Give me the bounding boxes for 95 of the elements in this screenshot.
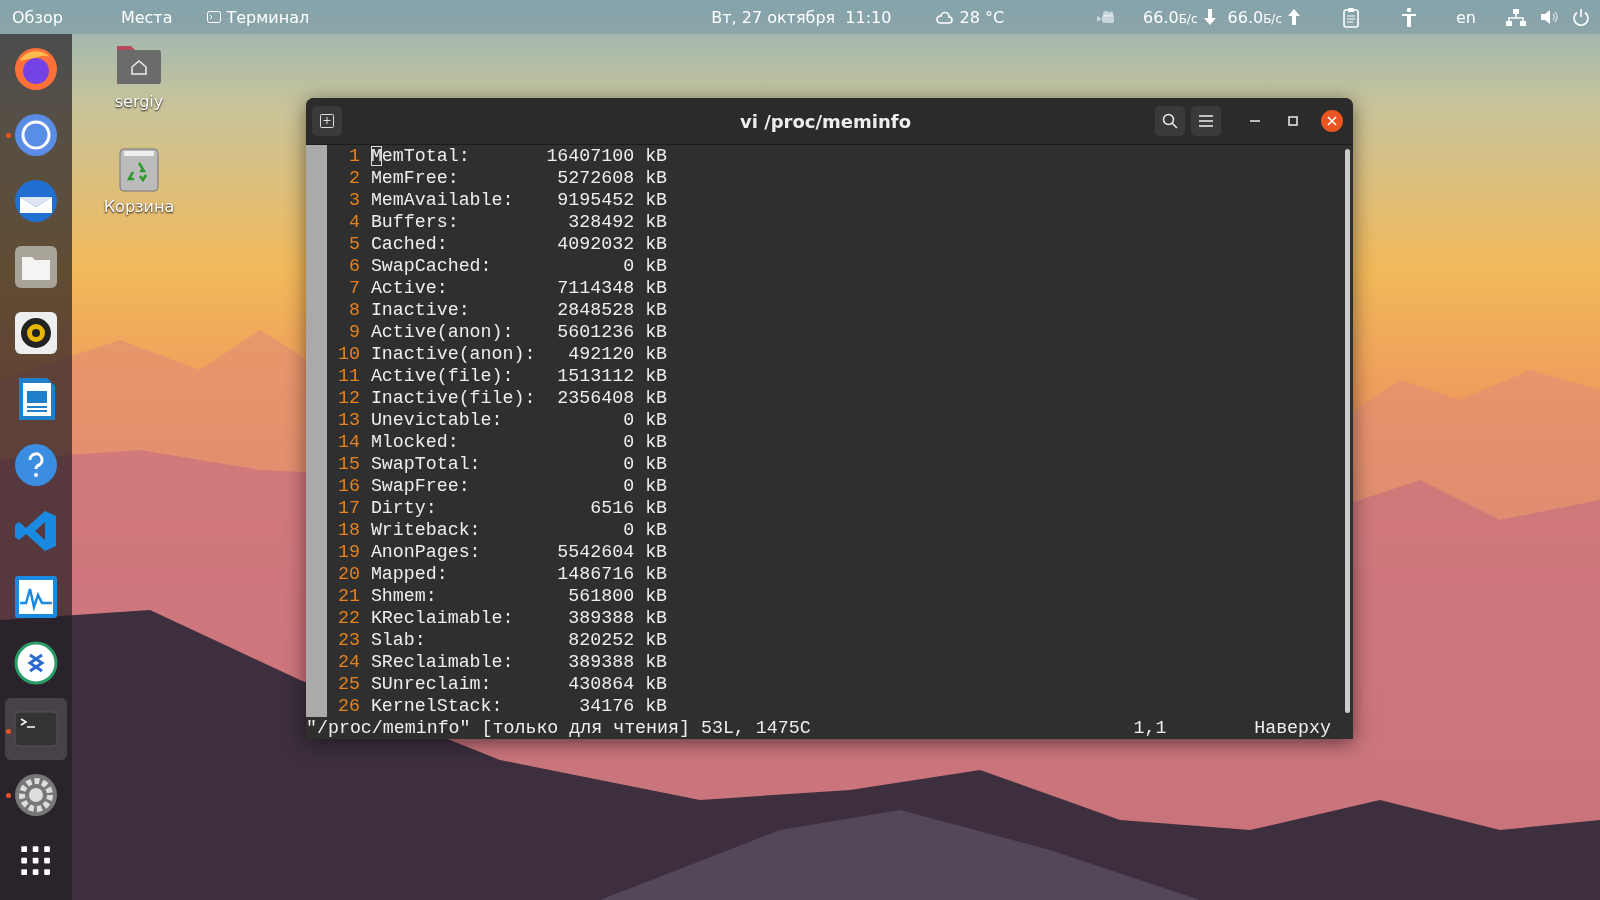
code-line: SReclaimable: 389388 kB <box>370 652 668 672</box>
line-number: 4 <box>347 211 360 233</box>
keyboard-layout[interactable]: en <box>1456 7 1476 27</box>
web-browser-icon[interactable] <box>14 113 58 157</box>
line-number: 16 <box>336 475 360 497</box>
code-line: Active(anon): 5601236 kB <box>370 322 668 342</box>
window-title: vi /proc/meminfo <box>739 110 912 132</box>
line-number: 24 <box>336 651 360 673</box>
download-speed: 66.0Б/с <box>1143 7 1198 27</box>
line-number: 6 <box>347 255 360 277</box>
line-number: 2 <box>347 167 360 189</box>
folder-icon[interactable] <box>14 245 58 289</box>
close-icon <box>1321 110 1343 132</box>
menu-button[interactable] <box>1191 106 1221 136</box>
code-line: MemAvailable: 9195452 kB <box>370 190 668 210</box>
volume-icon[interactable] <box>1540 8 1558 26</box>
code-line: SUnreclaim: 430864 kB <box>370 674 668 694</box>
code-line: MemFree: 5272608 kB <box>370 168 668 188</box>
clock-button[interactable]: Вт, 27 октября 11:10 <box>711 7 892 27</box>
clipboard-icon[interactable] <box>1342 6 1360 28</box>
screencast-camera-icon <box>1097 10 1115 24</box>
code-line: Active: 7114348 kB <box>370 278 668 298</box>
line-number: 12 <box>336 387 360 409</box>
line-number: 14 <box>336 431 360 453</box>
menu-icon <box>1199 115 1213 127</box>
line-number: 10 <box>336 343 360 365</box>
browser-icon[interactable] <box>14 47 58 91</box>
code-line: SwapFree: 0 kB <box>370 476 668 496</box>
line-number: 25 <box>336 673 360 695</box>
line-number: 26 <box>336 695 360 717</box>
code-line: Slab: 820252 kB <box>370 630 668 650</box>
places-menu[interactable]: Места <box>120 7 173 27</box>
new-tab-icon <box>320 114 334 128</box>
code-line: Cached: 4092032 kB <box>370 234 668 254</box>
activity-graph-icon[interactable] <box>14 575 58 619</box>
download-arrow-icon <box>1203 9 1216 25</box>
minimize-icon <box>1250 120 1260 122</box>
search-button[interactable] <box>1155 106 1185 136</box>
code-line: KReclaimable: 389388 kB <box>370 608 668 628</box>
line-number: 5 <box>347 233 360 255</box>
activities-button[interactable]: Обзор <box>12 7 63 27</box>
code-line: Inactive: 2848528 kB <box>370 300 668 320</box>
line-number: 1 <box>347 145 360 167</box>
power-icon[interactable] <box>1572 8 1590 26</box>
upload-speed: 66.0Б/с <box>1227 7 1282 27</box>
line-number: 19 <box>336 541 360 563</box>
weather-temperature[interactable]: 28 °C <box>959 7 1005 27</box>
code-line: Inactive(anon): 492120 kB <box>370 344 668 364</box>
remote-desktop-icon[interactable] <box>14 641 58 685</box>
line-number: 20 <box>336 563 360 585</box>
code-line: Shmem: 561800 kB <box>370 586 668 606</box>
desktop-icon-label[interactable]: Корзина <box>103 197 175 216</box>
mail-icon[interactable] <box>14 179 58 223</box>
line-number: 8 <box>347 299 360 321</box>
maximize-icon <box>1288 116 1298 126</box>
terminal-icon <box>206 11 221 23</box>
line-number: 11 <box>336 365 360 387</box>
scrollbar[interactable] <box>1345 149 1350 713</box>
line-number: 7 <box>347 277 360 299</box>
code-line: Mapped: 1486716 kB <box>370 564 668 584</box>
code-line: Mlocked: 0 kB <box>370 432 668 452</box>
line-number: 23 <box>336 629 360 651</box>
code-line: SwapCached: 0 kB <box>370 256 668 276</box>
speaker-icon[interactable] <box>14 311 58 355</box>
new-tab-button[interactable] <box>312 106 342 136</box>
line-number: 18 <box>336 519 360 541</box>
code-line: KernelStack: 34176 kB <box>370 696 668 716</box>
accessibility-icon[interactable] <box>1400 7 1418 27</box>
code-line: Dirty: 6516 kB <box>370 498 668 518</box>
code-line: Active(file): 1513112 kB <box>370 366 668 386</box>
code-line: SwapTotal: 0 kB <box>370 454 668 474</box>
search-icon <box>1162 113 1178 129</box>
gear-icon[interactable] <box>14 773 58 817</box>
line-number: 3 <box>347 189 360 211</box>
code-line: Inactive(file): 2356408 kB <box>370 388 668 408</box>
line-number: 21 <box>336 585 360 607</box>
weather-cloud-icon <box>935 9 954 25</box>
code-line: Writeback: 0 kB <box>370 520 668 540</box>
desktop-icon-label[interactable]: sergiy <box>114 92 164 111</box>
code-line: Unevictable: 0 kB <box>370 410 668 430</box>
code-editor-icon[interactable] <box>14 509 58 553</box>
network-icon[interactable] <box>1506 8 1526 26</box>
line-number: 22 <box>336 607 360 629</box>
cursor-position: 1,1 <box>1133 717 1168 739</box>
code-line: AnonPages: 5542604 kB <box>370 542 668 562</box>
app-menu[interactable]: Терминал <box>226 7 310 27</box>
line-number: 9 <box>347 321 360 343</box>
status-message: "/proc/meminfo" [только для чтения] 53L, 1475C <box>306 717 812 739</box>
upload-arrow-icon <box>1288 9 1300 25</box>
code-line: Buffers: 328492 kB <box>370 212 668 232</box>
help-icon[interactable] <box>14 443 58 487</box>
line-number: 13 <box>336 409 360 431</box>
line-number: 15 <box>336 453 360 475</box>
line-number: 17 <box>336 497 360 519</box>
scroll-position: Наверху <box>1254 717 1331 739</box>
